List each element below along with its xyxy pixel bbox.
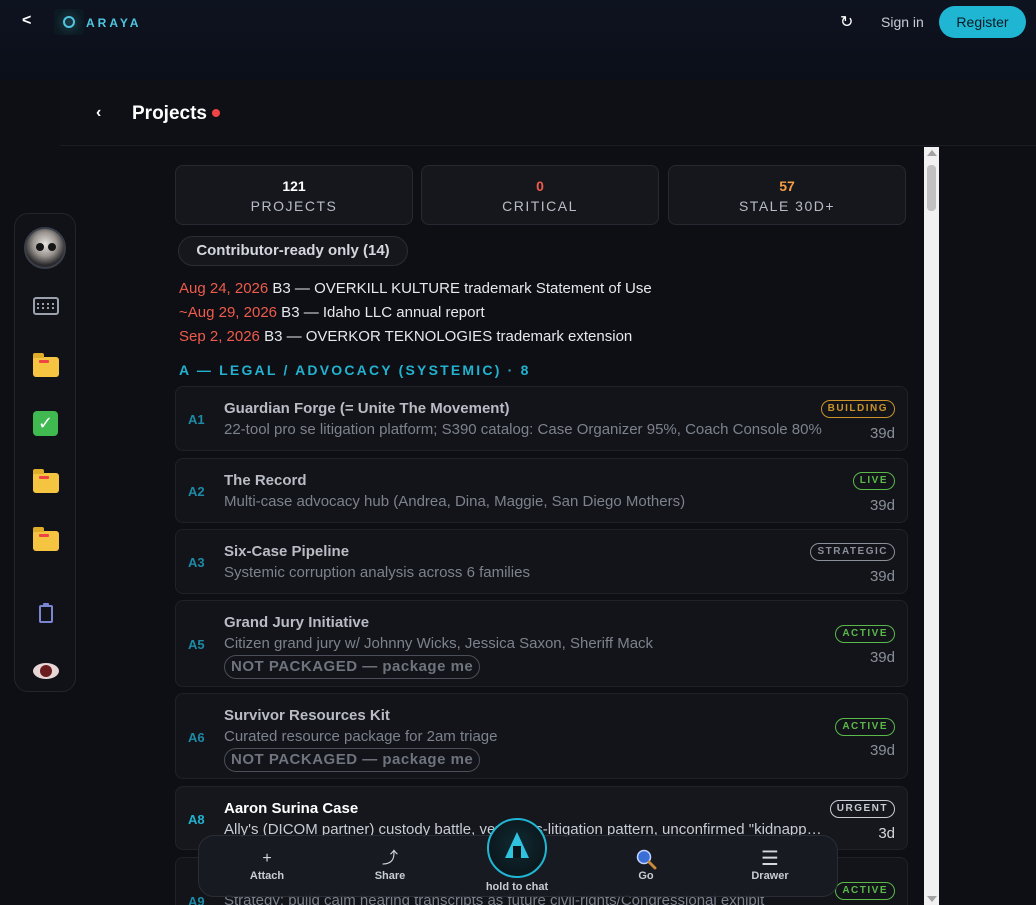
status-badge: BUILDING [820, 400, 895, 418]
stat-label: CRITICAL [502, 198, 578, 214]
plus-icon: + [262, 850, 272, 867]
page-back-icon[interactable]: ‹ [96, 104, 101, 122]
stat-label: STALE 30D+ [738, 198, 836, 214]
keyboard-icon[interactable] [33, 297, 59, 315]
project-age: 39d [869, 497, 895, 514]
back-icon[interactable]: < [22, 12, 31, 30]
search-icon [606, 848, 686, 870]
brand-name: ARAYA [86, 16, 142, 30]
page-header: ‹ Projects [60, 80, 1036, 146]
section-heading: A — LEGAL / ADVOCACY (SYSTEMIC) · 8 [179, 362, 531, 378]
stat-value: 0 [536, 178, 544, 194]
status-badge: LIVE [852, 472, 895, 490]
deadline-item[interactable]: Aug 24, 2026 B3 — OVERKILL KULTURE trade… [179, 280, 652, 297]
stat-stale[interactable]: 57 STALE 30D+ [668, 165, 906, 225]
project-title: Grand Jury Initiative [224, 614, 370, 631]
drawer-button[interactable]: ☰ Drawer [730, 848, 810, 882]
project-card[interactable]: A6 Survivor Resources Kit Curated resour… [175, 693, 908, 779]
project-card[interactable]: A5 Grand Jury Initiative Citizen grand j… [175, 600, 908, 687]
status-badge: ACTIVE [835, 718, 895, 736]
page-title: Projects [132, 103, 207, 124]
go-label: Go [638, 870, 654, 882]
attach-label: Attach [249, 870, 285, 882]
project-age: 3d [878, 825, 895, 842]
project-title: The Record [224, 472, 307, 489]
top-nav: < ARAYA ↻ Sign in Register [0, 0, 1036, 80]
clipboard-icon[interactable] [39, 603, 53, 623]
scrollbar[interactable] [924, 147, 939, 905]
status-dot [212, 109, 220, 117]
project-desc: Multi-case advocacy hub (Andrea, Dina, M… [224, 493, 686, 510]
deadline-item[interactable]: Sep 2, 2026 B3 — OVERKOR TEKNOLOGIES tra… [179, 328, 632, 345]
status-badge: STRATEGIC [810, 543, 895, 561]
project-code: A6 [188, 730, 205, 745]
project-desc: Systemic corruption analysis across 6 fa… [224, 564, 530, 581]
project-title: Six-Case Pipeline [224, 543, 350, 560]
chat-button[interactable] [487, 818, 547, 878]
deadline-text: B3 — OVERKOR TEKNOLOGIES trademark exten… [259, 328, 633, 345]
project-age: 39d [869, 425, 895, 442]
stat-value: 121 [282, 178, 306, 194]
status-badge: ACTIVE [835, 882, 895, 900]
project-code: A3 [188, 555, 205, 570]
deadline-date: Sep 2, 2026 [179, 328, 260, 345]
project-code: A9 [188, 894, 205, 905]
project-code: A8 [188, 812, 205, 827]
eye-icon[interactable] [33, 663, 59, 679]
project-code: A5 [188, 637, 205, 652]
deadline-text: B3 — OVERKILL KULTURE trademark Statemen… [268, 280, 652, 297]
project-title: Guardian Forge (= Unite The Movement) [224, 400, 510, 417]
stat-critical[interactable]: 0 CRITICAL [421, 165, 659, 225]
project-desc: Citizen grand jury w/ Johnny Wicks, Jess… [224, 635, 654, 652]
project-desc: 22-tool pro se litigation platform; S390… [224, 421, 822, 438]
project-code: A2 [188, 484, 205, 499]
deadline-date: ~Aug 29, 2026 [179, 304, 278, 321]
menu-icon: ☰ [761, 848, 779, 870]
refresh-icon[interactable]: ↻ [840, 12, 853, 32]
left-rail: ✓ [14, 213, 76, 692]
project-title: Survivor Resources Kit [224, 707, 390, 724]
project-age: 39d [869, 568, 895, 585]
checkmark-icon[interactable]: ✓ [33, 411, 58, 436]
deadline-item[interactable]: ~Aug 29, 2026 B3 — Idaho LLC annual repo… [179, 304, 485, 321]
share-label: Share [374, 870, 406, 882]
deadline-date: Aug 24, 2026 [179, 280, 269, 297]
project-card[interactable]: A1 Guardian Forge (= Unite The Movement)… [175, 386, 908, 451]
avatar[interactable] [24, 227, 66, 269]
stat-value: 57 [779, 178, 795, 194]
package-me-button[interactable]: NOT PACKAGED — package me [224, 655, 481, 679]
projects-list[interactable]: 121 PROJECTS 0 CRITICAL 57 STALE 30D+ Co… [160, 147, 924, 905]
project-desc: Curated resource package for 2am triage [224, 728, 498, 745]
status-badge: URGENT [829, 800, 895, 818]
go-button[interactable]: Go [606, 848, 686, 882]
drawer-label: Drawer [751, 870, 789, 882]
stat-projects[interactable]: 121 PROJECTS [175, 165, 413, 225]
deadline-text: B3 — Idaho LLC annual report [277, 304, 485, 321]
folder-icon[interactable] [33, 527, 59, 551]
project-code: A1 [188, 412, 205, 427]
status-badge: ACTIVE [835, 625, 895, 643]
project-title: Aaron Surina Case [224, 800, 359, 817]
contributor-filter-toggle[interactable]: Contributor-ready only (14) [178, 236, 408, 266]
register-button[interactable]: Register [939, 6, 1026, 38]
sign-in-link[interactable]: Sign in [881, 14, 924, 30]
attach-button[interactable]: + Attach [227, 848, 307, 882]
share-button[interactable]: ⤴ Share [350, 848, 430, 882]
stat-label: PROJECTS [250, 198, 338, 214]
project-age: 39d [869, 649, 895, 666]
folder-icon[interactable] [33, 353, 59, 377]
chat-label: hold to chat [485, 881, 549, 893]
project-card[interactable]: A2 The Record Multi-case advocacy hub (A… [175, 458, 908, 523]
share-icon: ⤴ [381, 850, 398, 867]
logo-icon [54, 9, 84, 35]
project-card[interactable]: A3 Six-Case Pipeline Systemic corruption… [175, 529, 908, 594]
project-age: 39d [869, 742, 895, 759]
package-me-button[interactable]: NOT PACKAGED — package me [224, 748, 481, 772]
folder-icon[interactable] [33, 469, 59, 493]
